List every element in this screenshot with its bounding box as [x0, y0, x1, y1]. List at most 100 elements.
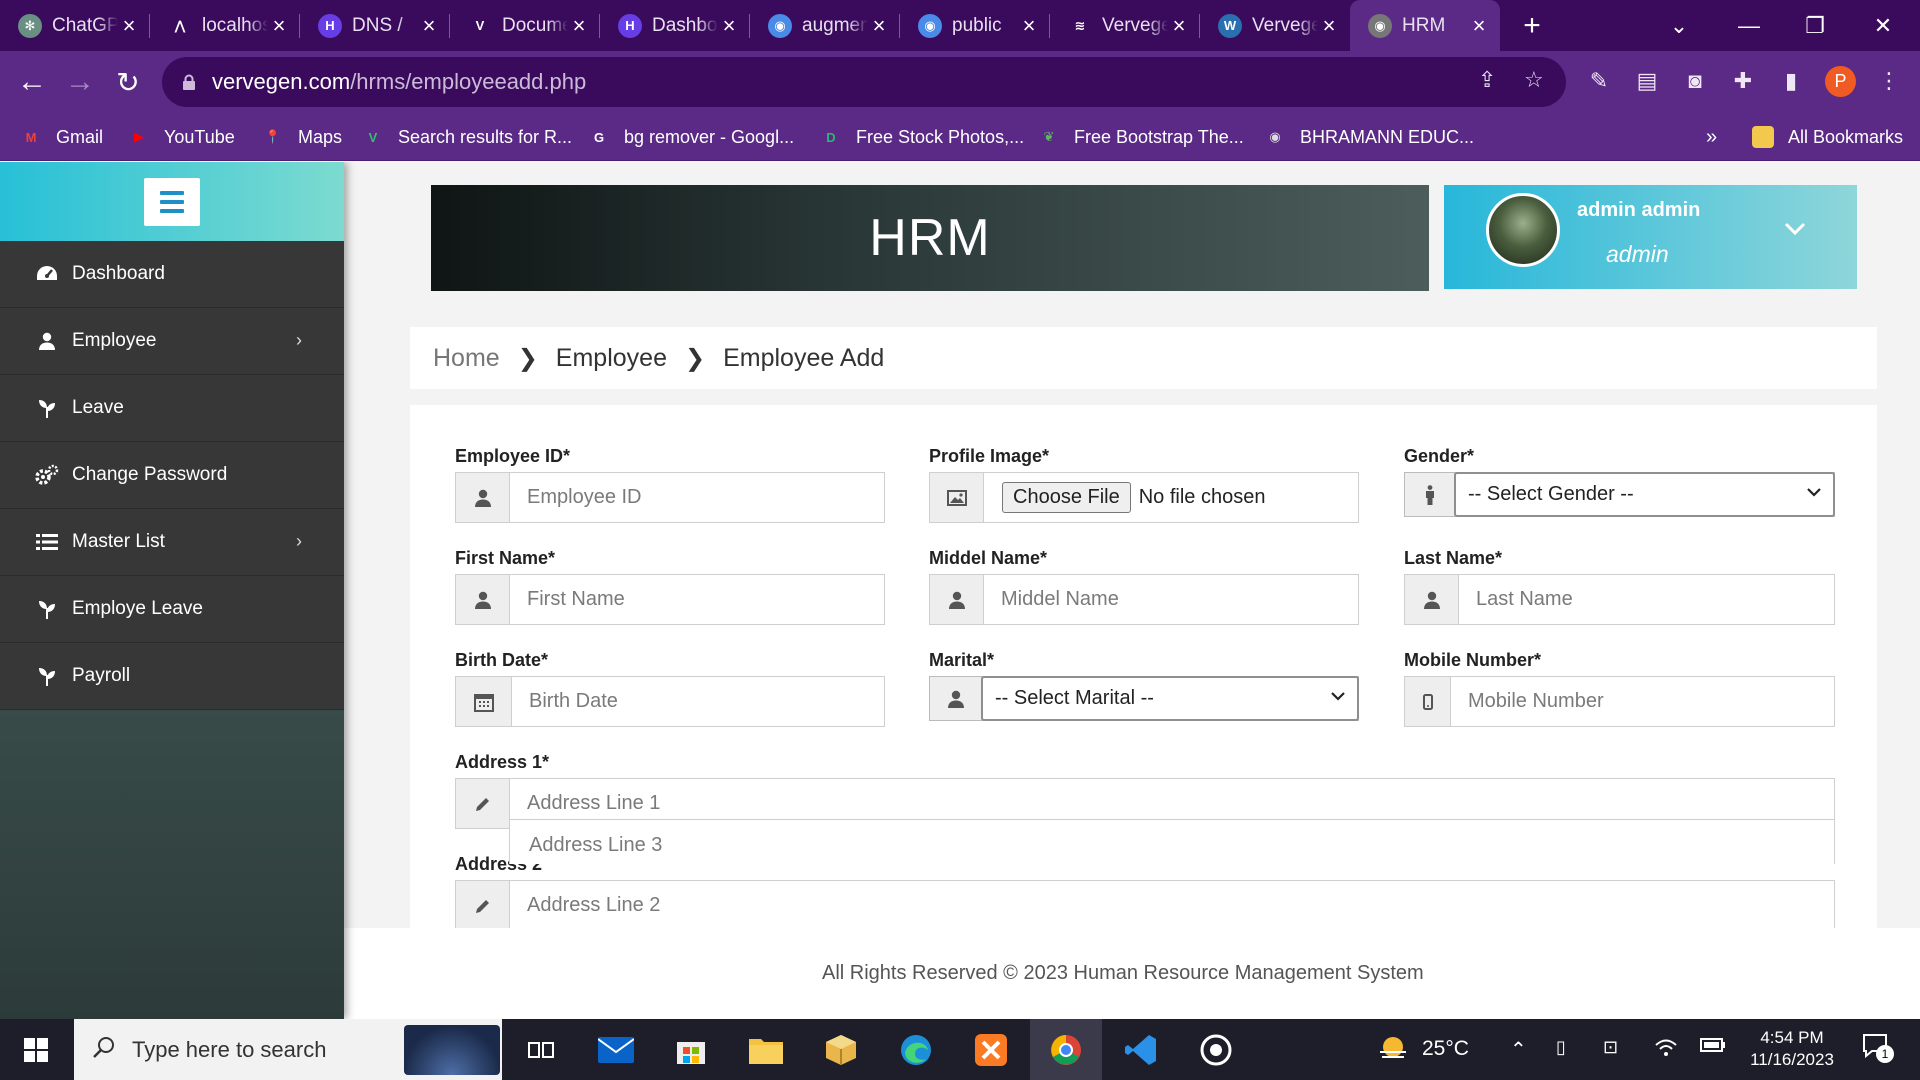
taskbar-clock[interactable]: 4:54 PM 11/16/2023 — [1742, 1027, 1842, 1071]
browser-menu-icon[interactable]: ⋮ — [1872, 64, 1906, 98]
task-view-icon[interactable] — [505, 1019, 577, 1080]
marital-select[interactable]: -- Select Marital -- — [981, 676, 1359, 721]
choose-file-button[interactable]: Choose File — [1002, 482, 1131, 513]
extension-pen-icon[interactable]: ✎ — [1582, 64, 1616, 98]
sidebar-item-master-list[interactable]: Master List › — [0, 509, 344, 576]
weather-sun-icon[interactable] — [1376, 1033, 1410, 1068]
tab-close-icon[interactable]: × — [268, 13, 290, 39]
browser-tab[interactable]: H Dashboard× — [600, 0, 750, 51]
bookmarks-overflow-icon[interactable]: » — [1706, 123, 1717, 151]
close-window-icon[interactable]: ✕ — [1848, 0, 1918, 51]
browser-tab[interactable]: V Documents× — [450, 0, 600, 51]
wifi-icon[interactable] — [1654, 1037, 1678, 1062]
middle-name-input[interactable] — [984, 575, 1358, 624]
browser-tab[interactable]: H DNS / × — [300, 0, 450, 51]
bookmark-item[interactable]: ❦ Free Bootstrap The... — [1038, 123, 1244, 151]
weather-temperature[interactable]: 25°C — [1422, 1037, 1469, 1061]
user-icon — [930, 575, 984, 624]
browser-tab[interactable]: W Vervegen× — [1200, 0, 1350, 51]
browser-tab[interactable]: ◉ augmented× — [750, 0, 900, 51]
reload-icon[interactable]: ↻ — [104, 58, 152, 106]
chevron-down-icon — [1807, 484, 1821, 502]
battery-icon[interactable] — [1700, 1037, 1726, 1058]
tab-close-icon[interactable]: × — [1168, 13, 1190, 39]
bookmark-item[interactable]: 📍 Maps — [262, 123, 342, 151]
first-name-input[interactable] — [510, 575, 884, 624]
tab-title: ChatGPT — [52, 14, 118, 36]
menu-toggle-button[interactable] — [144, 177, 200, 226]
sidebar-item-dashboard[interactable]: Dashboard — [0, 241, 344, 308]
tab-close-icon[interactable]: × — [418, 13, 440, 39]
sidebar-item-employe-leave[interactable]: Employe Leave — [0, 576, 344, 643]
extension-camera-icon[interactable]: ◙ — [1678, 64, 1712, 98]
gender-select[interactable]: -- Select Gender -- — [1454, 472, 1835, 517]
tray-meet-icon[interactable]: ⊡ — [1603, 1037, 1618, 1058]
sidebar-item-payroll[interactable]: Payroll — [0, 643, 344, 710]
bookmark-star-icon[interactable]: ☆ — [1524, 67, 1544, 93]
sidebar-item-leave[interactable]: Leave — [0, 375, 344, 442]
back-icon[interactable]: ← — [8, 58, 56, 106]
tray-expand-icon[interactable]: ⌃ — [1510, 1037, 1527, 1062]
all-bookmarks[interactable]: All Bookmarks — [1752, 123, 1903, 151]
tab-close-icon[interactable]: × — [1018, 13, 1040, 39]
chevron-down-icon[interactable] — [1784, 215, 1806, 243]
mobile-number-input[interactable] — [1451, 677, 1834, 726]
sidebar-item-employee[interactable]: Employee › — [0, 308, 344, 375]
side-panel-icon[interactable]: ▮ — [1774, 64, 1808, 98]
employee-id-input[interactable] — [510, 473, 884, 522]
extensions-puzzle-icon[interactable]: ✚ — [1726, 64, 1760, 98]
tab-close-icon[interactable]: × — [568, 13, 590, 39]
new-tab-button[interactable]: + — [1500, 0, 1564, 51]
tab-close-icon[interactable]: × — [1468, 13, 1490, 39]
birth-date-input[interactable] — [512, 677, 884, 726]
bookmark-item[interactable]: V Search results for R... — [362, 123, 572, 151]
breadcrumb-home[interactable]: Home — [433, 344, 500, 373]
tab-title: HRM — [1402, 14, 1446, 36]
minimize-icon[interactable]: — — [1714, 0, 1784, 51]
tab-close-icon[interactable]: × — [718, 13, 740, 39]
tray-device-icon[interactable]: ▯ — [1556, 1037, 1566, 1058]
sidebar-item-change-password[interactable]: Change Password — [0, 442, 344, 509]
browser-tab[interactable]: ⋀ localhost× — [150, 0, 300, 51]
address-line2-input[interactable] — [510, 881, 1834, 930]
xampp-icon[interactable] — [955, 1019, 1027, 1080]
file-explorer-icon[interactable] — [730, 1019, 802, 1080]
chrome-icon[interactable] — [1030, 1019, 1102, 1080]
browser-tab[interactable]: ◉ public × — [900, 0, 1050, 51]
notification-icon[interactable]: 1 — [1862, 1033, 1894, 1064]
tab-close-icon[interactable]: × — [1318, 13, 1340, 39]
mobile-label: Mobile Number* — [1404, 650, 1542, 670]
windows-start-icon[interactable] — [0, 1019, 72, 1080]
mail-icon[interactable] — [580, 1019, 652, 1080]
share-icon[interactable]: ⇪ — [1478, 67, 1496, 93]
microsoft-store-icon[interactable] — [655, 1019, 727, 1080]
tab-hrm-active[interactable]: ◉ HRM × — [1350, 0, 1500, 51]
browser-tab[interactable]: ≋ Vervegen× — [1050, 0, 1200, 51]
address-line3-input[interactable]: Address Line 3 — [509, 819, 1835, 864]
package-icon[interactable] — [805, 1019, 877, 1080]
forward-icon[interactable]: → — [56, 58, 104, 106]
user-profile-card[interactable]: admin admin admin — [1444, 185, 1857, 289]
profile-image-file-input[interactable]: Choose File No file chosen — [984, 473, 1358, 522]
breadcrumb-employee[interactable]: Employee — [556, 344, 667, 373]
address-bar[interactable]: vervegen.com/hrms/employeeadd.php ⇪ ☆ — [162, 57, 1566, 107]
extension-window-icon[interactable]: ▤ — [1630, 64, 1664, 98]
bookmark-item[interactable]: Gbg remover - Googl... — [588, 123, 794, 151]
tab-search-icon[interactable]: ⌄ — [1644, 0, 1714, 51]
bookmark-item[interactable]: ◉ BHRAMANN EDUC... — [1264, 123, 1474, 151]
tab-close-icon[interactable]: × — [118, 13, 140, 39]
bookmark-item[interactable]: D Free Stock Photos,... — [820, 123, 1024, 151]
browser-profile-avatar[interactable]: P — [1825, 66, 1856, 97]
person-standing-icon — [1405, 473, 1455, 516]
bookmark-item[interactable]: M Gmail — [20, 123, 103, 151]
chatgpt-app-icon[interactable] — [1180, 1019, 1252, 1080]
restore-icon[interactable]: ❐ — [1780, 0, 1850, 51]
edge-icon[interactable] — [880, 1019, 952, 1080]
bookmark-item[interactable]: ▶ YouTube — [128, 123, 235, 151]
tab-close-icon[interactable]: × — [868, 13, 890, 39]
user-role: admin — [1606, 241, 1669, 267]
taskbar-search-box[interactable]: Type here to search — [74, 1019, 502, 1080]
vscode-icon[interactable] — [1105, 1019, 1177, 1080]
last-name-input[interactable] — [1459, 575, 1834, 624]
browser-tab[interactable]: ✻ ChatGPT× — [0, 0, 150, 51]
